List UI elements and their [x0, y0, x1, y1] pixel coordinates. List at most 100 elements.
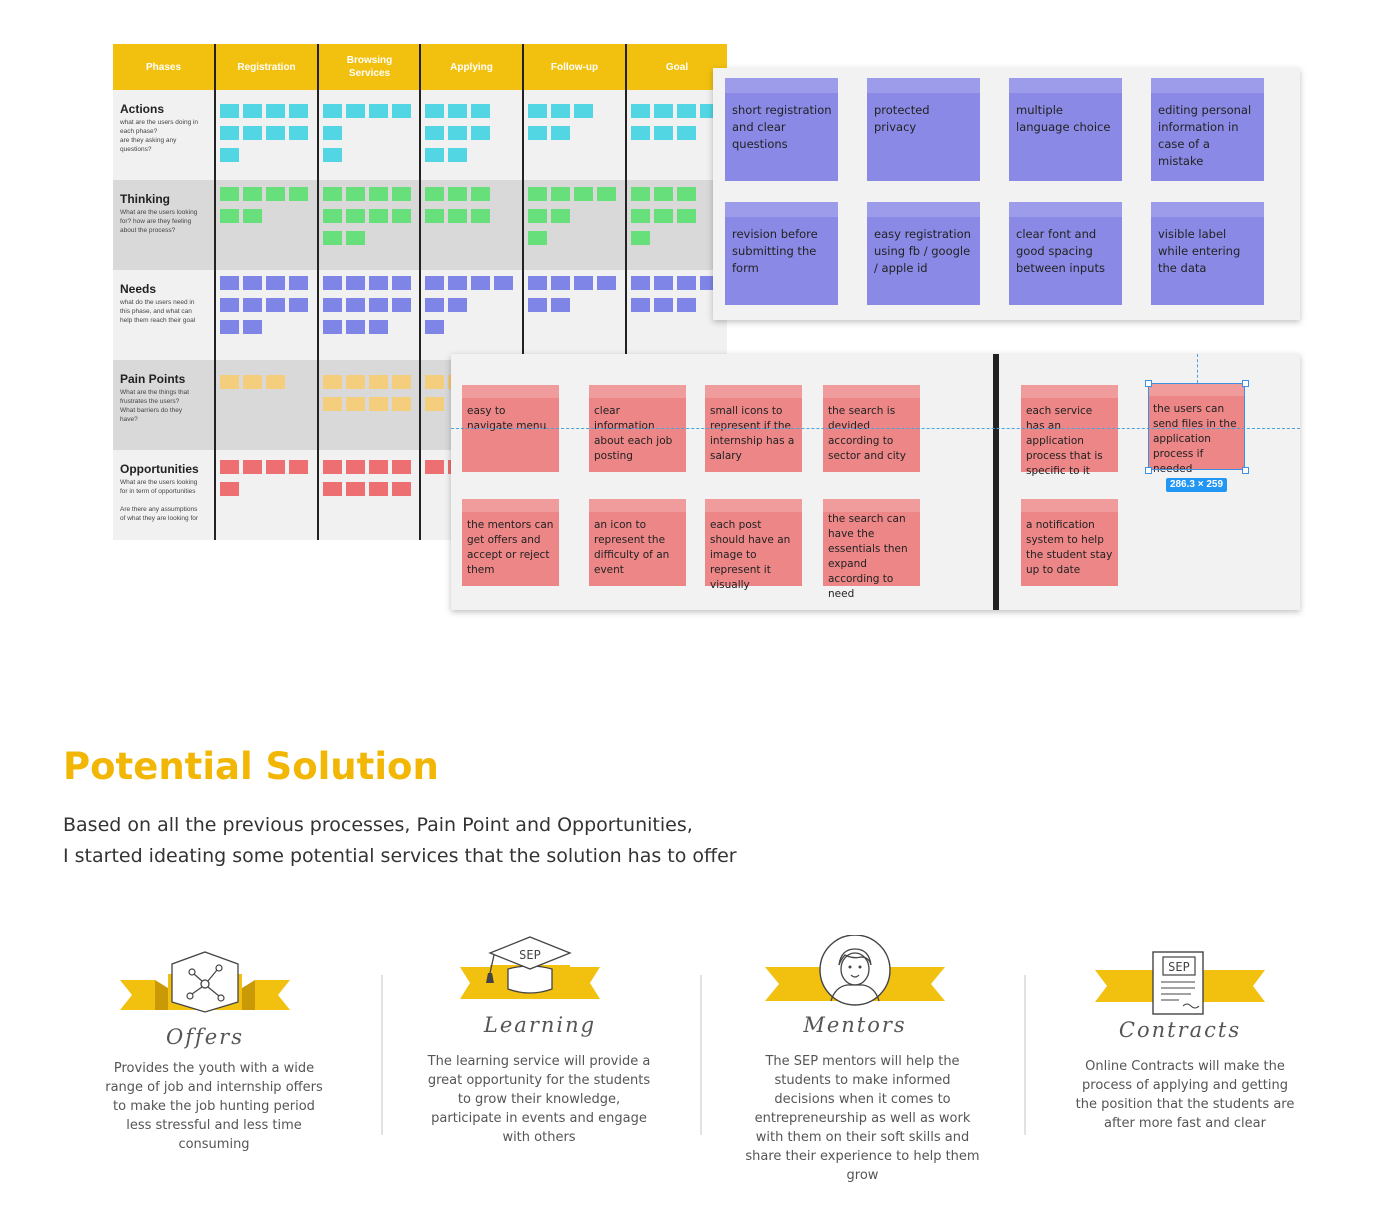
mini-sticky-note	[551, 104, 570, 118]
mini-sticky-note	[346, 320, 365, 334]
selection-box[interactable]	[1148, 383, 1245, 470]
mini-sticky-note	[220, 375, 239, 389]
mini-sticky-note	[597, 276, 616, 290]
phase-browsing-services: Browsing Services	[319, 44, 420, 90]
mini-sticky-note	[392, 460, 411, 474]
sticky-note[interactable]: visible label while entering the data	[1151, 202, 1264, 305]
sticky-text: easy registration using fb / google / ap…	[874, 227, 971, 275]
mini-sticky-note	[346, 209, 365, 223]
mini-sticky-note	[551, 126, 570, 140]
mini-sticky-note	[369, 276, 388, 290]
mini-sticky-note	[323, 482, 342, 496]
sticky-note[interactable]: clear font and good spacing between inpu…	[1009, 202, 1122, 305]
mini-sticky-note	[346, 460, 365, 474]
mini-sticky-note	[220, 148, 239, 162]
service-mentors: Mentors The SEP mentors will help the st…	[745, 935, 980, 1183]
mini-sticky-note	[346, 276, 365, 290]
mini-sticky-note	[448, 298, 467, 312]
row-subtitle: What are the things that frustrates the …	[120, 389, 190, 423]
mini-sticky-note	[528, 276, 547, 290]
service-offers: Offers Provides the youth with a wide ra…	[100, 945, 330, 1152]
mini-sticky-note	[448, 187, 467, 201]
mini-sticky-note	[243, 298, 262, 312]
mini-sticky-note	[346, 375, 365, 389]
resize-handle-top-left[interactable]	[1145, 380, 1152, 387]
column-separator	[1024, 975, 1026, 1135]
mini-sticky-note	[494, 276, 513, 290]
sticky-note[interactable]: editing personal information in case of …	[1151, 78, 1264, 181]
resize-handle-bottom-left[interactable]	[1145, 467, 1152, 474]
cap-badge-text: SEP	[519, 948, 541, 962]
column-divider	[522, 44, 524, 354]
row-subtitle: What are the users looking for in term o…	[120, 479, 199, 522]
sticky-text: the mentors can get offers and accept or…	[467, 519, 554, 576]
sticky-note[interactable]: the search can have the essentials then …	[823, 499, 920, 600]
mini-sticky-note	[631, 126, 650, 140]
mini-sticky-note	[528, 209, 547, 223]
sticky-note[interactable]: each post should have an image to repres…	[705, 499, 802, 591]
mini-sticky-note	[220, 187, 239, 201]
mini-sticky-note	[471, 104, 490, 118]
sticky-note[interactable]: protected privacy	[867, 78, 980, 181]
alignment-guide-vertical	[1197, 354, 1198, 383]
sticky-note[interactable]: multiple language choice	[1009, 78, 1122, 181]
service-name: Contracts	[1118, 1018, 1242, 1042]
mini-sticky-note	[323, 397, 342, 411]
mini-sticky-note	[448, 148, 467, 162]
mini-sticky-note	[448, 126, 467, 140]
sticky-note[interactable]: revision before submitting the form	[725, 202, 838, 305]
column-separator	[381, 975, 383, 1135]
mini-sticky-note	[654, 209, 673, 223]
selection-size-badge: 286.3 × 259	[1166, 478, 1227, 492]
sticky-text: the search is devided according to secto…	[828, 405, 907, 462]
sticky-note[interactable]: the mentors can get offers and accept or…	[462, 499, 559, 586]
mini-sticky-note	[346, 298, 365, 312]
sticky-note[interactable]: an icon to represent the difficulty of a…	[589, 499, 686, 586]
contract-badge-text: SEP	[1168, 960, 1190, 974]
phase-applying: Applying	[421, 44, 522, 90]
mini-sticky-note	[392, 482, 411, 496]
mini-sticky-note	[677, 276, 696, 290]
mini-sticky-note	[243, 126, 262, 140]
sticky-text: a notification system to help the studen…	[1026, 519, 1113, 576]
mini-sticky-note	[631, 209, 650, 223]
section-title: Potential Solution	[63, 745, 439, 788]
mini-sticky-note	[654, 104, 673, 118]
mini-sticky-note	[654, 126, 673, 140]
mini-sticky-note	[266, 126, 285, 140]
intro-line: I started ideating some potential servic…	[63, 845, 737, 867]
graduation-cap-icon: SEP	[460, 936, 600, 999]
mini-sticky-note	[654, 298, 673, 312]
mini-sticky-note	[677, 209, 696, 223]
mini-sticky-note	[631, 298, 650, 312]
phases-header: Phases	[113, 44, 214, 90]
row-subtitle: what do the users need in this phase, an…	[120, 299, 196, 324]
mini-sticky-note	[425, 397, 444, 411]
mini-sticky-note	[677, 298, 696, 312]
sticky-note[interactable]: easy registration using fb / google / ap…	[867, 202, 980, 305]
mini-sticky-note	[369, 482, 388, 496]
resize-handle-bottom-right[interactable]	[1242, 467, 1249, 474]
row-title: Needs	[120, 282, 157, 296]
sticky-note[interactable]: short registration and clear questions	[725, 78, 838, 181]
mini-sticky-note	[266, 298, 285, 312]
sticky-note[interactable]: a notification system to help the studen…	[1021, 499, 1118, 586]
red-sticky-board: easy to navigate menu clear information …	[451, 354, 1300, 610]
mini-sticky-note	[243, 460, 262, 474]
mini-sticky-note	[346, 104, 365, 118]
mini-sticky-note	[528, 187, 547, 201]
mini-sticky-note	[323, 231, 342, 245]
mini-sticky-note	[392, 276, 411, 290]
mini-sticky-note	[448, 104, 467, 118]
mini-sticky-note	[323, 298, 342, 312]
mini-sticky-note	[323, 187, 342, 201]
mini-sticky-note	[346, 187, 365, 201]
resize-handle-top-right[interactable]	[1242, 380, 1249, 387]
contract-document-icon: SEP	[1095, 951, 1265, 1015]
mini-sticky-note	[551, 298, 570, 312]
mini-sticky-note	[392, 209, 411, 223]
mini-sticky-note	[528, 298, 547, 312]
mini-sticky-note	[551, 187, 570, 201]
mini-sticky-note	[425, 104, 444, 118]
mini-sticky-note	[289, 187, 308, 201]
